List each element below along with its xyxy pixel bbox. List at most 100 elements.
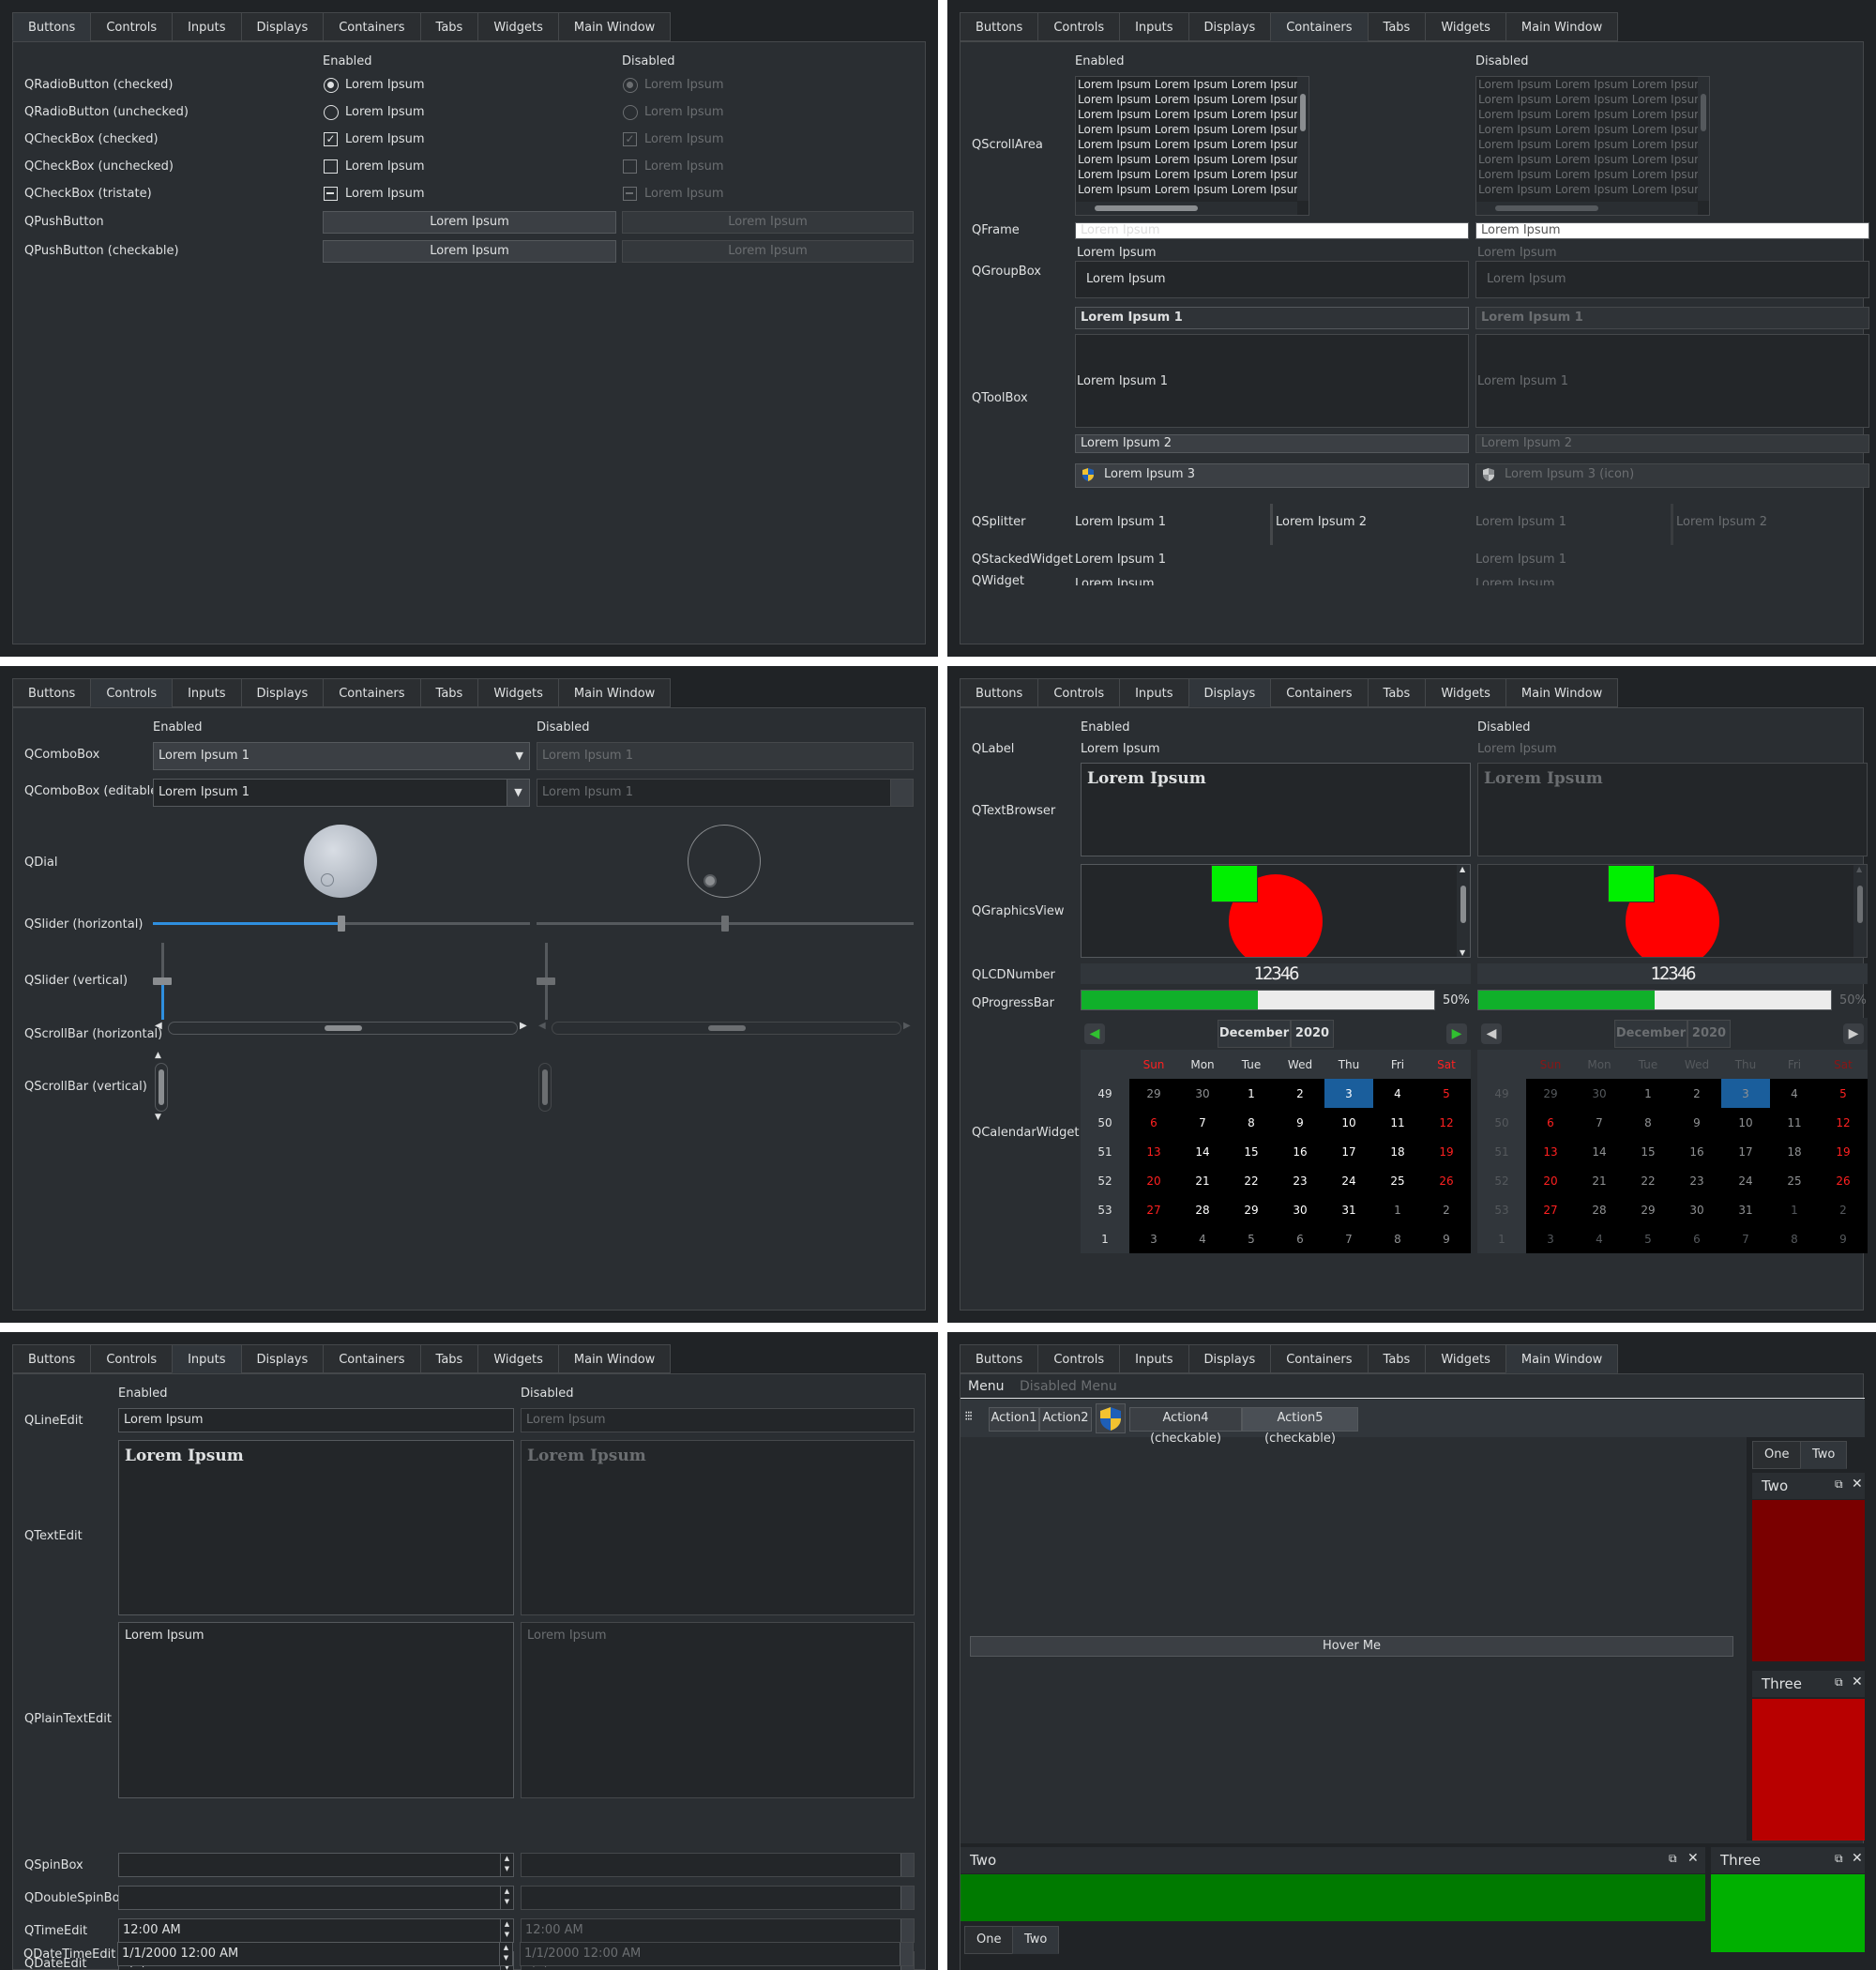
calendar-day[interactable]: 4 — [1373, 1079, 1422, 1108]
toolbox-page-3[interactable]: Lorem Ipsum 3 — [1075, 463, 1469, 488]
chevron-down-icon[interactable]: ▼ — [507, 780, 529, 806]
tab-controls[interactable]: Controls — [90, 1344, 174, 1373]
toolbox-page-2[interactable]: Lorem Ipsum 2 — [1075, 434, 1469, 453]
calendar-day[interactable]: 10 — [1324, 1108, 1373, 1137]
checkbox-unchecked[interactable] — [324, 159, 338, 174]
calendar-day[interactable]: 29 — [1129, 1079, 1178, 1108]
dock-tab-two[interactable]: Two — [1800, 1441, 1848, 1469]
tab-inputs[interactable]: Inputs — [172, 678, 242, 707]
calendar-day[interactable]: 19 — [1422, 1137, 1471, 1166]
vertical-scrollbar[interactable]: ▲ ▼ — [1457, 865, 1470, 957]
calendar-day[interactable]: 25 — [1373, 1166, 1422, 1195]
arrow-left-icon[interactable]: ◀ — [1084, 1023, 1105, 1044]
calendar-day[interactable]: 9 — [1422, 1224, 1471, 1253]
close-icon[interactable]: ✕ — [1852, 1477, 1863, 1492]
tab-controls[interactable]: Controls — [1037, 1344, 1121, 1373]
tab-widgets[interactable]: Widgets — [477, 12, 559, 41]
scroll-area[interactable]: Lorem Ipsum Lorem Ipsum Lorem Ipsum Lore… — [1075, 76, 1309, 216]
tab-buttons[interactable]: Buttons — [960, 678, 1039, 707]
slider-horizontal[interactable] — [153, 916, 530, 932]
time-edit[interactable]: 12:00 AM ▲ ▼ — [118, 1918, 514, 1943]
line-edit[interactable]: Lorem Ipsum — [118, 1408, 514, 1432]
tab-buttons[interactable]: Buttons — [12, 678, 92, 707]
push-button[interactable]: Lorem Ipsum — [323, 211, 616, 234]
calendar-day[interactable]: 3 — [1324, 1079, 1373, 1108]
radio-checked[interactable] — [324, 78, 339, 93]
tab-main-window[interactable]: Main Window — [557, 12, 672, 41]
tab-displays[interactable]: Displays — [1188, 12, 1272, 41]
tab-containers[interactable]: Containers — [1270, 678, 1369, 707]
calendar-day[interactable]: 29 — [1227, 1195, 1276, 1224]
arrow-up-icon[interactable]: ▲ — [155, 1051, 161, 1060]
tab-buttons[interactable]: Buttons — [12, 12, 92, 41]
arrow-left-icon[interactable]: ◀ — [155, 1021, 162, 1031]
double-spin-box[interactable]: ▲ ▼ — [118, 1886, 514, 1910]
calendar-day[interactable]: 6 — [1129, 1108, 1178, 1137]
calendar-day[interactable]: 8 — [1227, 1108, 1276, 1137]
tab-controls[interactable]: Controls — [90, 12, 174, 41]
close-icon[interactable]: ✕ — [1852, 1851, 1863, 1866]
dock-title[interactable]: Two — [1752, 1473, 1865, 1499]
tab-inputs[interactable]: Inputs — [172, 1344, 242, 1373]
tab-widgets[interactable]: Widgets — [477, 678, 559, 707]
dock-tab-two[interactable]: Two — [1012, 1926, 1060, 1954]
tab-widgets[interactable]: Widgets — [477, 1344, 559, 1373]
splitter-handle[interactable] — [1270, 504, 1273, 545]
action2-button[interactable]: Action2 — [1039, 1407, 1092, 1432]
tab-widgets[interactable]: Widgets — [1425, 1344, 1506, 1373]
calendar-day[interactable]: 16 — [1276, 1137, 1324, 1166]
tab-buttons[interactable]: Buttons — [12, 1344, 92, 1373]
calendar-day[interactable]: 2 — [1422, 1195, 1471, 1224]
tab-tabs[interactable]: Tabs — [1367, 678, 1427, 707]
datetime-edit[interactable]: 1/1/2000 12:00 AM ▲ ▼ — [117, 1942, 513, 1966]
dock-tab-one[interactable]: One — [964, 1926, 1014, 1954]
spin-box[interactable]: ▲ ▼ — [118, 1853, 514, 1877]
combobox-editable[interactable]: Lorem Ipsum 1 ▼ — [153, 779, 530, 807]
calendar-day[interactable]: 1 — [1227, 1079, 1276, 1108]
dock-title[interactable]: Three — [1752, 1671, 1865, 1697]
calendar-day[interactable]: 17 — [1324, 1137, 1373, 1166]
tab-inputs[interactable]: Inputs — [1119, 12, 1189, 41]
tab-main-window[interactable]: Main Window — [1505, 12, 1619, 41]
calendar-day[interactable]: 13 — [1129, 1137, 1178, 1166]
calendar-day[interactable]: 2 — [1276, 1079, 1324, 1108]
calendar-day[interactable]: 11 — [1373, 1108, 1422, 1137]
toolbox-page-1[interactable]: Lorem Ipsum 1 — [1075, 307, 1469, 329]
tab-buttons[interactable]: Buttons — [960, 1344, 1039, 1373]
graphics-view[interactable]: ▲ ▼ — [1081, 864, 1471, 958]
year-selector[interactable]: 2020 — [1291, 1020, 1334, 1048]
tab-containers[interactable]: Containers — [323, 12, 421, 41]
scrollbar-vertical[interactable] — [155, 1063, 168, 1112]
tab-buttons[interactable]: Buttons — [960, 12, 1039, 41]
calendar-day[interactable]: 23 — [1276, 1166, 1324, 1195]
hover-me-button[interactable]: Hover Me — [970, 1636, 1733, 1657]
spin-arrows-icon[interactable]: ▲▼ — [500, 1919, 513, 1942]
tab-widgets[interactable]: Widgets — [1425, 678, 1506, 707]
calendar-day[interactable]: 18 — [1373, 1137, 1422, 1166]
horizontal-scrollbar[interactable] — [1076, 202, 1297, 215]
slider-vertical[interactable] — [153, 943, 172, 1020]
checkbox-checked[interactable]: ✓ — [324, 132, 338, 146]
arrow-down-icon[interactable]: ▼ — [155, 1113, 161, 1122]
spin-arrows-icon[interactable]: ▲▼ — [500, 1854, 513, 1876]
plain-text-edit[interactable]: Lorem Ipsum — [118, 1622, 514, 1798]
tab-displays[interactable]: Displays — [1188, 1344, 1272, 1373]
tab-inputs[interactable]: Inputs — [1119, 1344, 1189, 1373]
dock-title[interactable]: Two — [961, 1847, 1705, 1873]
tab-controls[interactable]: Controls — [1037, 12, 1121, 41]
tab-main-window[interactable]: Main Window — [1505, 678, 1619, 707]
tab-controls[interactable]: Controls — [1037, 678, 1121, 707]
calendar-day[interactable]: 14 — [1178, 1137, 1227, 1166]
calendar-day[interactable]: 12 — [1422, 1108, 1471, 1137]
close-icon[interactable]: ✕ — [1687, 1851, 1699, 1866]
toolbar-handle-icon[interactable]: ⁝⁝⁝ — [964, 1409, 973, 1424]
menu-item[interactable]: Menu — [968, 1379, 1004, 1394]
float-icon[interactable]: ⧉ — [1835, 1478, 1843, 1492]
checkbox-tristate[interactable] — [324, 187, 338, 201]
float-icon[interactable]: ⧉ — [1835, 1852, 1843, 1866]
tab-displays[interactable]: Displays — [1188, 678, 1272, 707]
calendar-day[interactable]: 8 — [1373, 1224, 1422, 1253]
tab-tabs[interactable]: Tabs — [419, 678, 479, 707]
tab-tabs[interactable]: Tabs — [419, 1344, 479, 1373]
calendar-day[interactable]: 15 — [1227, 1137, 1276, 1166]
